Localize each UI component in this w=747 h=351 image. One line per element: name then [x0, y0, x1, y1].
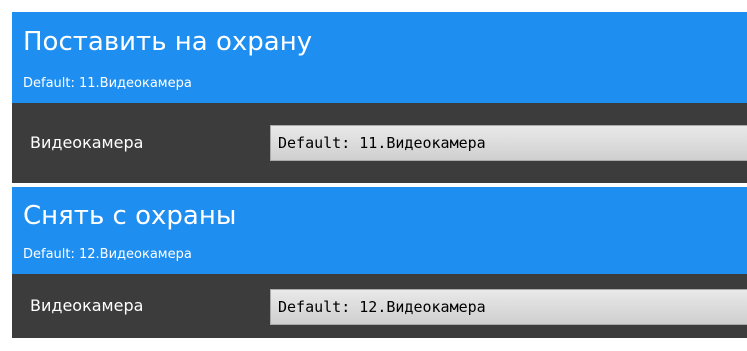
- section-subtitle: Default: 12.Видеокамера: [23, 247, 192, 262]
- camera-row: Видеокамера Default: 12.Видеокамера: [12, 274, 747, 338]
- camera-label: Видеокамера: [30, 133, 144, 152]
- camera-row: Видеокамера Default: 11.Видеокамера: [12, 103, 747, 183]
- section-subtitle: Default: 11.Видеокамера: [23, 76, 192, 91]
- section-title: Поставить на охрану: [23, 27, 313, 57]
- camera-label: Видеокамера: [30, 296, 144, 315]
- action-section-disarm: Снять с охраны Default: 12.Видеокамера В…: [12, 187, 747, 338]
- action-section-arm: Поставить на охрану Default: 11.Видеокам…: [12, 12, 747, 183]
- page: Поставить на охрану Default: 11.Видеокам…: [0, 0, 747, 351]
- section-header[interactable]: Снять с охраны Default: 12.Видеокамера: [12, 187, 747, 274]
- section-title: Снять с охраны: [23, 201, 237, 231]
- camera-select[interactable]: Default: 12.Видеокамера: [270, 289, 747, 325]
- section-header[interactable]: Поставить на охрану Default: 11.Видеокам…: [12, 12, 747, 103]
- camera-select[interactable]: Default: 11.Видеокамера: [270, 125, 747, 161]
